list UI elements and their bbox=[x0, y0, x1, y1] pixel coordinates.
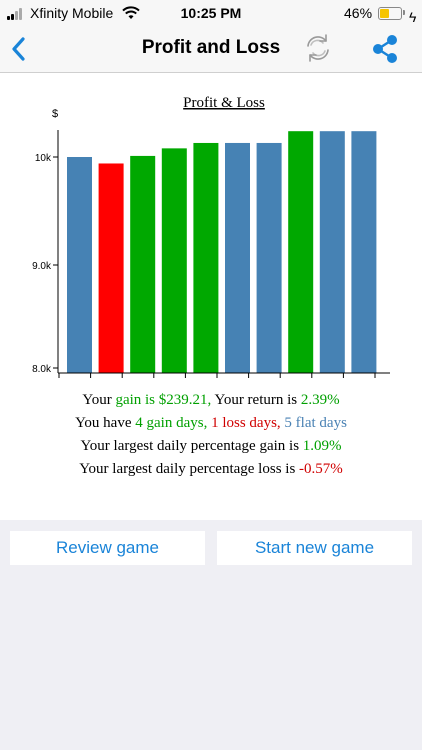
start-new-game-button[interactable]: Start new game bbox=[217, 531, 412, 565]
refresh-button[interactable] bbox=[302, 32, 334, 64]
y-tick-label: 9.0k bbox=[32, 261, 52, 272]
share-icon bbox=[373, 35, 397, 63]
bar-day-3 bbox=[130, 155, 156, 373]
battery-percent: 46% bbox=[344, 5, 373, 21]
stats-line-max-loss: Your largest daily percentage loss is -0… bbox=[79, 461, 343, 477]
stats-line-days: You have 4 gain days, 1 loss days, 5 fla… bbox=[75, 415, 347, 431]
share-button[interactable] bbox=[370, 33, 400, 65]
bar-day-8 bbox=[288, 131, 314, 373]
bar-day-2 bbox=[98, 163, 124, 373]
bar-day-6 bbox=[225, 142, 250, 373]
stats-line-max-gain: Your largest daily percentage gain is 1.… bbox=[80, 438, 342, 454]
battery-icon bbox=[378, 7, 402, 20]
bar-day-10 bbox=[351, 131, 377, 373]
stats-summary: Your gain is $239.21, Your return is 2.3… bbox=[0, 389, 422, 481]
content-panel: Profit & Loss $ 8.0k 9.0k 10k Your gain is… bbox=[0, 73, 422, 520]
profit-loss-chart: Profit & Loss $ 8.0k 9.0k 10k bbox=[32, 95, 390, 378]
refresh-icon bbox=[307, 34, 329, 62]
nav-bar: Profit and Loss bbox=[0, 26, 422, 73]
bar-day-9 bbox=[319, 131, 345, 373]
bar-day-1 bbox=[67, 157, 92, 373]
y-tick-label: 8.0k bbox=[32, 364, 52, 375]
y-axis-label: $ bbox=[52, 108, 58, 120]
bar-day-5 bbox=[193, 142, 219, 373]
status-bar: Xfinity Mobile 10:25 PM 46% ϟ bbox=[0, 0, 422, 26]
stats-line-return: Your gain is $239.21, Your return is 2.3… bbox=[82, 392, 340, 408]
review-game-button[interactable]: Review game bbox=[10, 531, 205, 565]
y-tick-label: 10k bbox=[35, 153, 52, 164]
page-title: Profit and Loss bbox=[141, 37, 281, 58]
bar-day-4 bbox=[161, 148, 187, 373]
bar-day-7 bbox=[256, 142, 282, 373]
chart-title: Profit & Loss bbox=[183, 95, 265, 111]
